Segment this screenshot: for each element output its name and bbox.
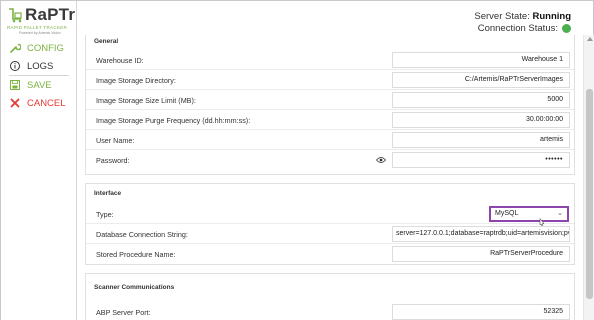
sidebar: RaPTr RAPID PALLET TRACKER Powered by Ar…: [1, 1, 77, 320]
scrollbar-thumb[interactable]: [586, 89, 593, 299]
header: Server State: Running Connection Status:: [77, 1, 593, 35]
form-row-abp-server-port: ABP Server Port: 52325: [86, 302, 574, 320]
field-label: ABP Server Port:: [96, 308, 151, 317]
wrench-icon: [9, 42, 21, 54]
field-label: Warehouse ID:: [96, 56, 144, 65]
form-row-stored-procedure-name: Stored Procedure Name: RaPTrServerProced…: [86, 244, 574, 264]
app-window: RaPTr RAPID PALLET TRACKER Powered by Ar…: [0, 0, 594, 320]
server-state-label: Server State:: [474, 11, 530, 22]
section-title: Interface: [94, 190, 122, 197]
scroll-up-icon[interactable]: [587, 37, 593, 41]
form-row-password: Password: ••••••: [86, 150, 574, 170]
sidebar-item-config[interactable]: CONFIG: [1, 39, 77, 57]
form-row-type: Type: MySQL ⌄: [86, 204, 574, 228]
scanner-communications-section: Scanner Communications ABP Server Port: …: [85, 273, 575, 320]
info-circle-icon: [9, 60, 21, 72]
type-select-value: MySQL: [495, 210, 519, 217]
sidebar-item-logs[interactable]: LOGS: [1, 57, 77, 75]
connection-status-label: Connection Status:: [477, 23, 558, 34]
save-icon: [9, 79, 21, 91]
password-field[interactable]: ••••••: [392, 152, 570, 168]
connection-status: Connection Status:: [478, 23, 571, 34]
image-storage-directory-field[interactable]: C:/Artemis/RaPTrServerImages: [392, 72, 570, 88]
sidebar-item-label: CONFIG: [27, 42, 64, 54]
field-label: Image Storage Purge Frequency (dd.hh:mm:…: [96, 116, 251, 125]
abp-server-port-field[interactable]: 52325: [392, 304, 570, 320]
form-row-image-storage-purge-frequency: Image Storage Purge Frequency (dd.hh:mm:…: [86, 110, 574, 130]
save-label: SAVE: [27, 79, 52, 91]
pallet-truck-icon: [9, 8, 22, 23]
form-row-image-storage-directory: Image Storage Directory: C:/Artemis/RaPT…: [86, 70, 574, 90]
type-select[interactable]: MySQL ⌄: [489, 206, 569, 222]
interface-section: Interface Type: MySQL ⌄ Database Connect…: [85, 183, 575, 265]
field-label: User Name:: [96, 136, 135, 145]
sidebar-item-label: LOGS: [27, 60, 54, 72]
connection-status-indicator: [562, 24, 571, 33]
brand-tagline: RAPID PALLET TRACKER: [7, 25, 68, 30]
save-button[interactable]: SAVE: [1, 76, 77, 94]
field-label: Image Storage Size Limit (MB):: [96, 96, 196, 105]
image-storage-purge-frequency-field[interactable]: 30.00:00:00: [392, 112, 570, 128]
vertical-scrollbar[interactable]: [583, 35, 594, 320]
brand-name: RaPTr: [25, 5, 76, 24]
settings-panel: General Warehouse ID: Warehouse 1 Image …: [77, 35, 583, 320]
database-connection-string-field[interactable]: server=127.0.0.1;database=raptrdb;uid=ar…: [392, 226, 570, 242]
form-row-database-connection-string: Database Connection String: server=127.0…: [86, 224, 574, 244]
form-row-warehouse-id: Warehouse ID: Warehouse 1: [86, 50, 574, 70]
eye-icon[interactable]: [376, 156, 386, 164]
server-state: Server State: Running: [474, 11, 571, 22]
server-state-value: Running: [532, 11, 571, 22]
field-label: Stored Procedure Name:: [96, 250, 176, 259]
brand-powered-by: Powered by Artemis Vision: [19, 31, 61, 35]
section-title: General: [94, 38, 119, 45]
sidebar-nav: CONFIG LOGS SAVE CANCEL: [1, 39, 77, 112]
field-label: Type:: [96, 210, 114, 219]
cancel-label: CANCEL: [27, 97, 66, 109]
image-storage-size-limit-field[interactable]: 5000: [392, 92, 570, 108]
section-title: Scanner Communications: [94, 284, 175, 291]
chevron-down-icon: ⌄: [557, 210, 563, 217]
field-label: Database Connection String:: [96, 230, 188, 239]
form-row-image-storage-size-limit: Image Storage Size Limit (MB): 5000: [86, 90, 574, 110]
general-section: General Warehouse ID: Warehouse 1 Image …: [85, 35, 575, 175]
close-icon: [9, 97, 21, 109]
user-name-field[interactable]: artemis: [392, 132, 570, 148]
cancel-button[interactable]: CANCEL: [1, 94, 77, 112]
field-label: Password:: [96, 156, 130, 165]
field-label: Image Storage Directory:: [96, 76, 176, 85]
stored-procedure-name-field[interactable]: RaPTrServerProcedure: [392, 246, 570, 262]
form-row-user-name: User Name: artemis: [86, 130, 574, 150]
warehouse-id-field[interactable]: Warehouse 1: [392, 52, 570, 68]
app-logo: RaPTr RAPID PALLET TRACKER Powered by Ar…: [5, 5, 77, 35]
